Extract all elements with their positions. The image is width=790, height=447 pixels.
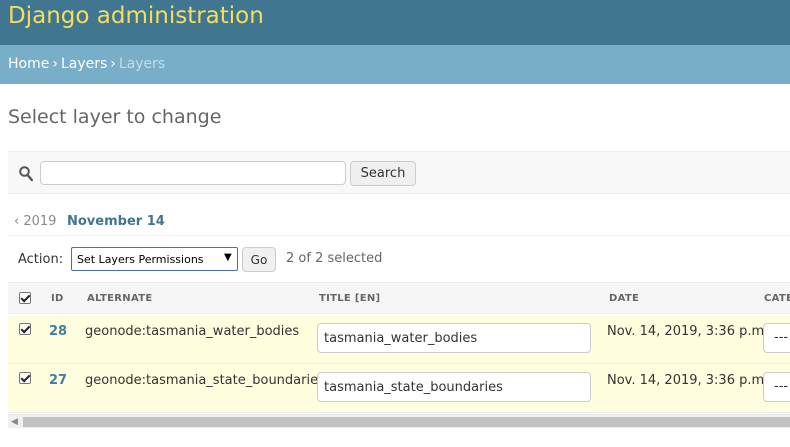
row-alternate: geonode:tasmania_water_bodies	[85, 324, 300, 339]
page-title: Select layer to change	[8, 106, 222, 128]
action-select[interactable]: Set Layers Permissions	[71, 247, 238, 271]
scrollbar-thumb[interactable]	[23, 417, 790, 427]
action-select-value: Set Layers Permissions	[77, 253, 204, 266]
breadcrumb-separator: ›	[110, 56, 116, 72]
table-row: 28 geonode:tasmania_water_bodies Nov. 14…	[8, 315, 790, 364]
date-current: November 14	[67, 214, 165, 229]
column-header-alternate[interactable]: ALTERNATE	[87, 293, 153, 304]
column-header-category[interactable]: CATE	[764, 293, 790, 304]
breadcrumb-separator: ›	[52, 56, 58, 72]
actions-bar: Action: Set Layers Permissions ▼ Go 2 of…	[8, 244, 790, 276]
site-name[interactable]: Django administration	[8, 3, 264, 29]
row-title-input[interactable]	[317, 372, 591, 402]
go-button[interactable]: Go	[242, 247, 276, 272]
row-category-select[interactable]: ---	[763, 372, 790, 402]
row-title-input[interactable]	[317, 323, 591, 353]
row-checkbox[interactable]	[19, 372, 31, 384]
search-icon	[19, 166, 33, 182]
selected-count: 2 of 2 selected	[286, 251, 383, 266]
search-input[interactable]	[40, 161, 346, 185]
row-id-link[interactable]: 28	[49, 324, 67, 339]
row-checkbox[interactable]	[19, 323, 31, 335]
search-toolbar: Search	[8, 151, 790, 194]
column-header-id[interactable]: ID	[51, 293, 64, 304]
breadcrumb-app[interactable]: Layers	[61, 56, 107, 72]
row-alternate: geonode:tasmania_state_boundaries	[85, 373, 325, 388]
search-button[interactable]: Search	[350, 161, 416, 186]
row-date: Nov. 14, 2019, 3:36 p.m.	[607, 373, 769, 388]
site-header: Django administration	[0, 0, 790, 45]
breadcrumb-home[interactable]: Home	[8, 56, 49, 72]
date-hierarchy: ‹ 2019 November 14	[8, 209, 790, 236]
table-header-row: ID ALTERNATE TITLE [EN] DATE CATE	[8, 282, 790, 314]
breadcrumb-current: Layers	[118, 56, 166, 72]
breadcrumb: Home › Layers › Layers	[0, 45, 790, 84]
column-header-date[interactable]: DATE	[609, 293, 639, 304]
arrow-left-icon[interactable]: ◀	[11, 417, 18, 427]
column-header-title[interactable]: TITLE [EN]	[319, 293, 380, 304]
table-row: 27 geonode:tasmania_state_boundaries Nov…	[8, 364, 790, 413]
row-category-select[interactable]: ---	[763, 323, 790, 353]
row-id-link[interactable]: 27	[49, 373, 67, 388]
result-table: ID ALTERNATE TITLE [EN] DATE CATE 28 geo…	[8, 282, 790, 414]
action-label: Action:	[18, 252, 64, 267]
select-all-checkbox[interactable]	[19, 292, 31, 304]
row-date: Nov. 14, 2019, 3:36 p.m.	[607, 324, 769, 339]
horizontal-scrollbar[interactable]: ◀	[8, 414, 790, 428]
date-back-link[interactable]: ‹ 2019	[14, 214, 56, 229]
